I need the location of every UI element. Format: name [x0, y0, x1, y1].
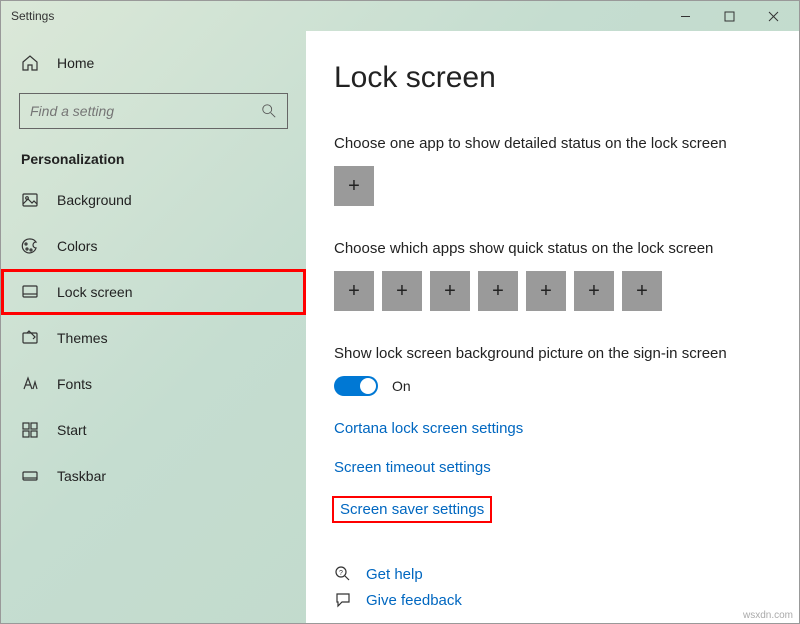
give-feedback-link[interactable]: Give feedback — [366, 592, 462, 609]
sidebar-item-background[interactable]: Background — [1, 177, 306, 223]
picture-icon — [21, 191, 39, 209]
cortana-link[interactable]: Cortana lock screen settings — [334, 420, 771, 437]
add-quick-app-tile[interactable]: + — [478, 271, 518, 311]
add-quick-app-tile[interactable]: + — [622, 271, 662, 311]
screensaver-link[interactable]: Screen saver settings — [334, 498, 490, 521]
section-title: Personalization — [1, 135, 306, 177]
home-icon — [21, 54, 39, 72]
window-title: Settings — [11, 9, 663, 23]
start-icon — [21, 421, 39, 439]
themes-icon — [21, 329, 39, 347]
taskbar-icon — [21, 467, 39, 485]
maximize-button[interactable] — [707, 2, 751, 30]
palette-icon — [21, 237, 39, 255]
sidebar-item-label: Colors — [57, 238, 97, 254]
search-input[interactable] — [30, 103, 261, 119]
titlebar: Settings — [1, 1, 799, 31]
feedback-icon — [334, 591, 352, 609]
quick-status-label: Choose which apps show quick status on t… — [334, 240, 771, 257]
sidebar-item-label: Themes — [57, 330, 108, 346]
close-button[interactable] — [751, 2, 795, 30]
page-heading: Lock screen — [334, 61, 771, 95]
sidebar-item-lock-screen[interactable]: Lock screen — [1, 269, 306, 315]
sidebar-item-fonts[interactable]: Fonts — [1, 361, 306, 407]
sidebar-item-label: Background — [57, 192, 132, 208]
sidebar-item-taskbar[interactable]: Taskbar — [1, 453, 306, 499]
help-icon: ? — [334, 565, 352, 583]
lock-screen-icon — [21, 283, 39, 301]
sidebar-item-label: Start — [57, 422, 87, 438]
sidebar-item-themes[interactable]: Themes — [1, 315, 306, 361]
watermark: wsxdn.com — [743, 610, 793, 621]
svg-text:?: ? — [339, 570, 343, 577]
sidebar-item-label: Lock screen — [57, 284, 132, 300]
sidebar-item-label: Fonts — [57, 376, 92, 392]
home-label: Home — [57, 55, 94, 71]
add-detailed-app-tile[interactable]: + — [334, 166, 374, 206]
fonts-icon — [21, 375, 39, 393]
minimize-button[interactable] — [663, 2, 707, 30]
add-quick-app-tile[interactable]: + — [574, 271, 614, 311]
search-icon — [261, 103, 277, 119]
signin-picture-label: Show lock screen background picture on t… — [334, 345, 771, 362]
search-box[interactable] — [19, 93, 288, 129]
toggle-state-label: On — [392, 378, 411, 394]
detailed-status-label: Choose one app to show detailed status o… — [334, 135, 771, 152]
quick-status-tiles: + + + + + + + — [334, 271, 771, 311]
sidebar-item-label: Taskbar — [57, 468, 106, 484]
add-quick-app-tile[interactable]: + — [334, 271, 374, 311]
add-quick-app-tile[interactable]: + — [430, 271, 470, 311]
sidebar-item-colors[interactable]: Colors — [1, 223, 306, 269]
timeout-link[interactable]: Screen timeout settings — [334, 459, 771, 476]
sidebar-item-start[interactable]: Start — [1, 407, 306, 453]
sidebar: Home Personalization Background Colo — [1, 31, 306, 623]
content-pane: Lock screen Choose one app to show detai… — [306, 31, 799, 623]
add-quick-app-tile[interactable]: + — [382, 271, 422, 311]
get-help-link[interactable]: Get help — [366, 566, 423, 583]
add-quick-app-tile[interactable]: + — [526, 271, 566, 311]
home-nav[interactable]: Home — [1, 43, 306, 83]
signin-picture-toggle[interactable] — [334, 376, 378, 396]
